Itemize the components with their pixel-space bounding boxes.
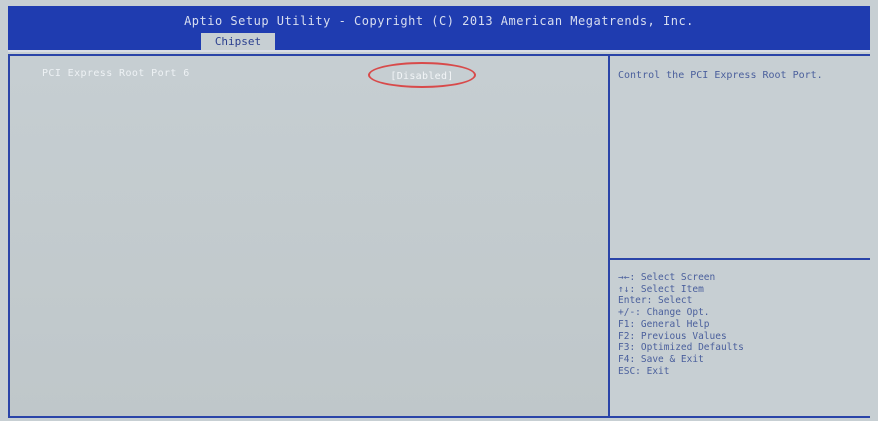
help-pane: Control the PCI Express Root Port. →←: S… xyxy=(608,56,870,416)
item-help-text: Control the PCI Express Root Port. xyxy=(618,70,823,81)
key-legend-item: F2: Previous Values xyxy=(618,330,727,342)
key-legend: →←: Select Screen ↑↓: Select Item Enter:… xyxy=(618,272,863,377)
key-legend-item: +/-: Change Opt. xyxy=(618,307,710,319)
tab-chipset[interactable]: Chipset xyxy=(201,33,275,50)
key-legend-item: Enter: Select xyxy=(618,295,693,307)
setting-value-highlight[interactable]: [Disabled] xyxy=(368,62,476,88)
item-help-box: Control the PCI Express Root Port. xyxy=(610,56,870,260)
key-legend-item: →←: Select Screen xyxy=(618,272,716,283)
title-bar: Aptio Setup Utility - Copyright (C) 2013… xyxy=(8,6,870,52)
settings-pane: PCI Express Root Port 6 [Disabled] xyxy=(10,56,608,416)
key-legend-item: ESC: Exit xyxy=(618,365,670,377)
setting-value[interactable]: [Disabled] xyxy=(390,71,453,82)
key-legend-item: F4: Save & Exit xyxy=(618,353,704,365)
main-panel: PCI Express Root Port 6 [Disabled] Contr… xyxy=(8,54,870,418)
bios-screen: Aptio Setup Utility - Copyright (C) 2013… xyxy=(0,0,878,421)
setting-label: PCI Express Root Port 6 xyxy=(42,68,190,79)
key-legend-item: F1: General Help xyxy=(618,318,710,330)
utility-title: Aptio Setup Utility - Copyright (C) 2013… xyxy=(184,14,694,28)
setting-row-pcie-root-port-6[interactable]: PCI Express Root Port 6 [Disabled] xyxy=(42,62,602,88)
key-legend-item: F3: Optimized Defaults xyxy=(618,342,744,354)
key-legend-item: ↑↓: Select Item xyxy=(618,283,704,295)
